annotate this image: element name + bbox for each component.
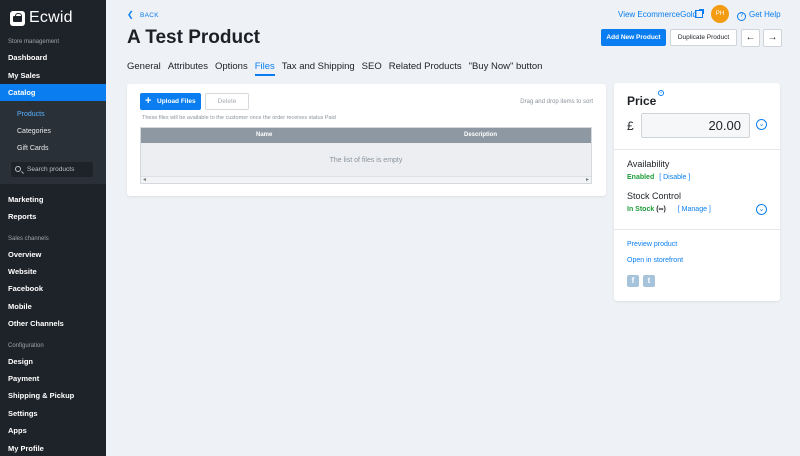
back-link[interactable]: ❮ BACK [127, 10, 159, 19]
divider [614, 229, 780, 230]
arrow-left-icon: ← [745, 32, 756, 43]
in-stock-status: In Stock [627, 206, 655, 213]
sidebar-item-my-profile[interactable]: My Profile [8, 444, 44, 453]
price-expand-icon[interactable]: ⌄ [756, 119, 767, 130]
section-sales-channels: Sales channels [8, 236, 49, 242]
search-icon [15, 165, 21, 172]
enabled-status: Enabled [627, 174, 655, 181]
logo[interactable]: Ecwid [10, 9, 73, 27]
sidebar-item-products[interactable]: Products [17, 111, 45, 118]
disable-link[interactable]: [ Disable ] [659, 174, 690, 181]
arrow-right-icon: → [767, 32, 778, 43]
stock-quantity: (∞) [656, 206, 666, 213]
product-tabs: General Attributes Options Files Tax and… [127, 61, 543, 76]
tab-seo[interactable]: SEO [362, 61, 382, 72]
price-panel: Price + £ 20.00 ⌄ Availability Enabled [… [614, 83, 780, 301]
tab-tax-shipping[interactable]: Tax and Shipping [282, 61, 355, 72]
page-title: A Test Product [127, 27, 261, 48]
sidebar-item-facebook[interactable]: Facebook [8, 284, 43, 293]
tab-related-products[interactable]: Related Products [389, 61, 462, 72]
sidebar-item-payment[interactable]: Payment [8, 374, 39, 383]
facebook-icon[interactable]: f [627, 275, 639, 287]
ecwid-bag-icon [10, 10, 25, 26]
sidebar-item-gift-cards[interactable]: Gift Cards [17, 145, 49, 152]
tab-options[interactable]: Options [215, 61, 248, 72]
currency-symbol: £ [627, 119, 634, 133]
sidebar-item-mobile[interactable]: Mobile [8, 302, 32, 311]
next-product-button[interactable]: → [763, 29, 782, 47]
table-header: Name Description [141, 128, 591, 143]
scroll-left-icon[interactable]: ◂ [143, 176, 146, 183]
chevron-left-icon: ❮ [127, 10, 135, 19]
price-title: Price [627, 94, 657, 108]
search-products-placeholder: Search products [27, 166, 75, 173]
delete-button[interactable]: Delete [205, 93, 249, 110]
price-input[interactable]: 20.00 [641, 113, 750, 138]
sidebar-item-catalog-label: Catalog [8, 88, 36, 97]
price-info-icon[interactable]: + [658, 90, 664, 96]
stock-control-label: Stock Control [627, 191, 682, 201]
sidebar-item-website[interactable]: Website [8, 267, 37, 276]
files-note: These files will be available to the cus… [142, 115, 336, 121]
external-link-icon[interactable] [695, 9, 704, 18]
tab-attributes[interactable]: Attributes [168, 61, 208, 72]
sidebar-item-catalog[interactable]: Catalog [0, 84, 106, 101]
sidebar-item-dashboard[interactable]: Dashboard [8, 53, 47, 62]
section-configuration: Configuration [8, 343, 44, 349]
open-storefront-link[interactable]: Open in storefront [627, 257, 683, 264]
stock-status: In Stock (∞) [ Manage ] [627, 206, 711, 213]
stock-expand-icon[interactable]: ⌄ [756, 204, 767, 215]
get-help-label: Get Help [749, 10, 781, 19]
plus-icon: + [145, 95, 152, 107]
scroll-right-icon[interactable]: ▸ [586, 176, 589, 183]
horizontal-scrollbar[interactable]: ◂ ▸ [141, 176, 591, 183]
help-icon: ? [737, 12, 746, 21]
twitter-icon[interactable]: t [643, 275, 655, 287]
availability-label: Availability [627, 159, 670, 169]
manage-link[interactable]: [ Manage ] [678, 206, 711, 213]
sidebar-item-apps[interactable]: Apps [8, 426, 27, 435]
get-help-link[interactable]: ? Get Help [737, 10, 781, 21]
duplicate-product-button[interactable]: Duplicate Product [670, 29, 737, 46]
upload-files-label: Upload Files [157, 98, 196, 105]
sidebar: Ecwid Store management Dashboard My Sale… [0, 0, 106, 456]
sidebar-item-reports[interactable]: Reports [8, 212, 36, 221]
column-description-header[interactable]: Description [464, 132, 497, 138]
preview-product-link[interactable]: Preview product [627, 241, 677, 248]
sidebar-item-design[interactable]: Design [8, 357, 33, 366]
availability-status: Enabled [ Disable ] [627, 174, 690, 181]
view-store-link[interactable]: View EcommerceGold [618, 10, 697, 19]
avatar[interactable]: PH [711, 5, 729, 23]
tab-general[interactable]: General [127, 61, 161, 72]
search-products-input[interactable]: Search products [11, 162, 93, 177]
files-table: Name Description The list of files is em… [140, 127, 592, 184]
sidebar-item-my-sales[interactable]: My Sales [8, 71, 40, 80]
sidebar-item-overview[interactable]: Overview [8, 250, 41, 259]
sidebar-item-other-channels[interactable]: Other Channels [8, 319, 64, 328]
back-label: BACK [140, 12, 159, 19]
previous-product-button[interactable]: ← [741, 29, 760, 47]
logo-text: Ecwid [29, 9, 73, 26]
upload-files-button[interactable]: + Upload Files [140, 93, 201, 110]
section-store-management: Store management [8, 39, 60, 45]
add-new-product-button[interactable]: Add New Product [601, 29, 666, 46]
sidebar-item-shipping[interactable]: Shipping & Pickup [8, 391, 74, 400]
column-name-header[interactable]: Name [256, 132, 272, 138]
tab-buy-now-button[interactable]: "Buy Now" button [469, 61, 543, 72]
sidebar-item-categories[interactable]: Categories [17, 128, 51, 135]
tab-files[interactable]: Files [254, 61, 275, 76]
sidebar-item-marketing[interactable]: Marketing [8, 195, 43, 204]
sidebar-item-settings[interactable]: Settings [8, 409, 38, 418]
empty-message: The list of files is empty [329, 157, 403, 164]
files-card: + Upload Files Delete Drag and drop items… [127, 84, 606, 196]
divider [614, 149, 780, 150]
drag-hint: Drag and drop items to sort [520, 99, 593, 105]
